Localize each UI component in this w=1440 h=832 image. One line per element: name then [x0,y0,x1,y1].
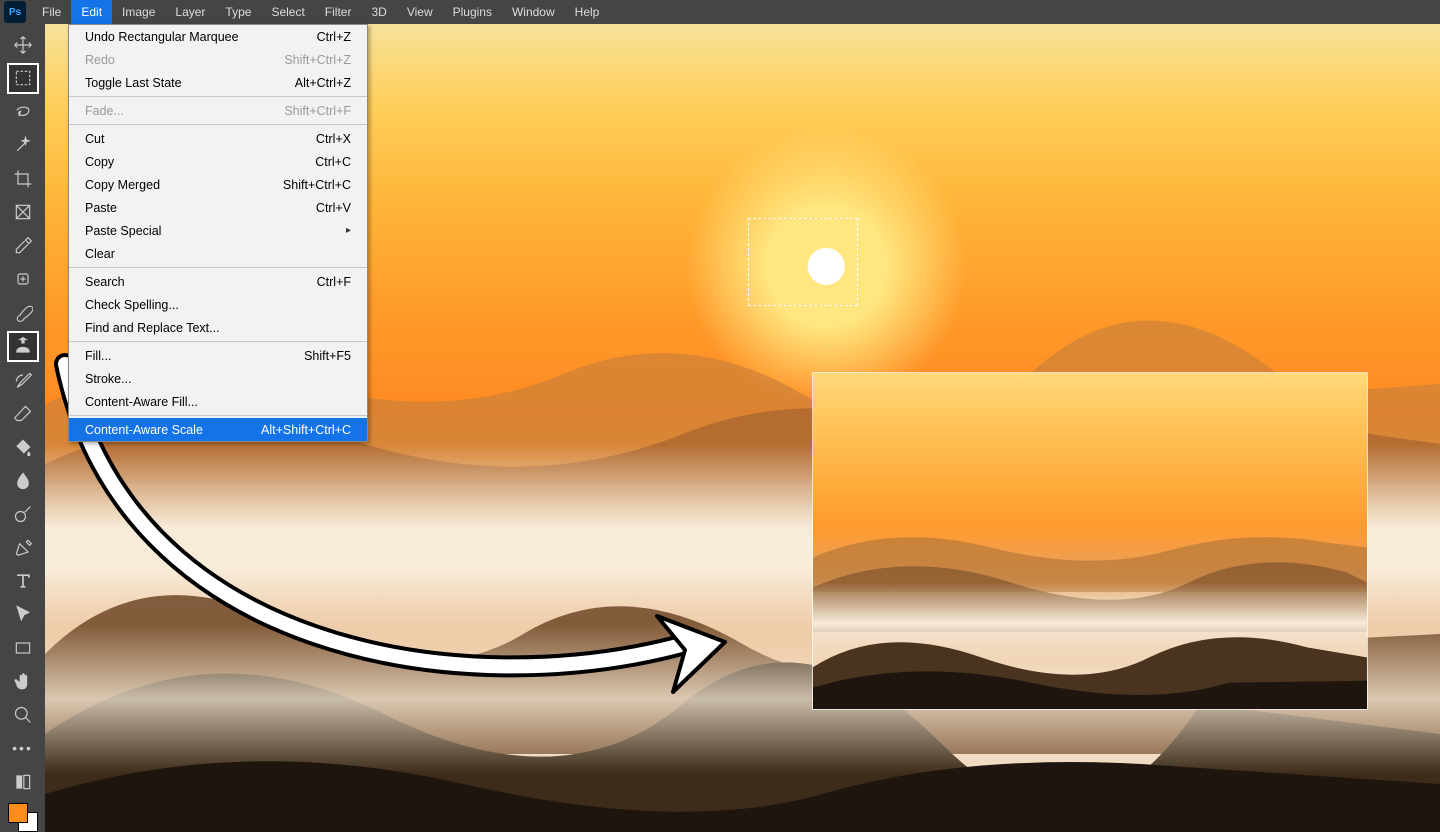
history-brush-tool[interactable] [7,364,39,396]
menu-item-label: Clear [85,247,115,261]
menu-type[interactable]: Type [215,0,261,24]
menu-item-find-and-replace-text[interactable]: Find and Replace Text... [69,316,367,339]
menu-edit[interactable]: Edit [71,0,112,24]
menu-image[interactable]: Image [112,0,165,24]
menu-item-fade: Fade... Shift+Ctrl+F [69,99,367,122]
menu-item-label: Copy Merged [85,178,160,192]
edit-toolbar[interactable] [7,766,39,798]
path-selection-tool[interactable] [7,599,39,631]
menu-item-shortcut: Alt+Ctrl+Z [295,76,351,90]
color-swatches[interactable] [8,803,38,832]
menu-plugins[interactable]: Plugins [443,0,502,24]
menu-item-label: Content-Aware Scale [85,423,203,437]
menu-item-label: Content-Aware Fill... [85,395,198,409]
dodge-tool[interactable] [7,498,39,530]
menu-item-copy-merged[interactable]: Copy Merged Shift+Ctrl+C [69,173,367,196]
menu-item-copy[interactable]: Copy Ctrl+C [69,150,367,173]
menu-item-paste[interactable]: Paste Ctrl+V [69,196,367,219]
result-preview-panel [812,372,1368,710]
menu-item-label: Find and Replace Text... [85,321,220,335]
menu-item-shortcut: Ctrl+X [316,132,351,146]
crop-tool[interactable] [7,163,39,195]
menu-file[interactable]: File [32,0,71,24]
rectangle-tool[interactable] [7,632,39,664]
type-tool[interactable] [7,565,39,597]
menu-item-shortcut: Alt+Shift+Ctrl+C [261,423,351,437]
menu-window[interactable]: Window [502,0,565,24]
more-tools[interactable]: ••• [7,733,39,765]
menu-item-cut[interactable]: Cut Ctrl+X [69,127,367,150]
brush-tool[interactable] [7,297,39,329]
blur-tool[interactable] [7,465,39,497]
menu-item-label: Toggle Last State [85,76,182,90]
menu-item-shortcut: Shift+Ctrl+F [284,104,351,118]
marquee-tool[interactable] [7,63,39,95]
toolbox: ••• [0,24,45,832]
menu-item-label: Redo [85,53,115,67]
menu-item-fill[interactable]: Fill... Shift+F5 [69,344,367,367]
magic-wand-tool[interactable] [7,130,39,162]
menu-item-label: Check Spelling... [85,298,179,312]
menu-item-shortcut: Ctrl+Z [317,30,351,44]
eraser-tool[interactable] [7,398,39,430]
menu-item-undo-rectangular-marquee[interactable]: Undo Rectangular Marquee Ctrl+Z [69,25,367,48]
menu-item-label: Paste [85,201,117,215]
marquee-selection[interactable] [748,218,858,306]
zoom-tool[interactable] [7,699,39,731]
menu-help[interactable]: Help [565,0,610,24]
move-tool[interactable] [7,29,39,61]
frame-tool[interactable] [7,197,39,229]
menu-item-label: Undo Rectangular Marquee [85,30,239,44]
menu-item-shortcut: Ctrl+C [315,155,351,169]
hand-tool[interactable] [7,666,39,698]
menu-item-shortcut: Ctrl+F [317,275,351,289]
menu-item-label: Copy [85,155,114,169]
menu-layer[interactable]: Layer [165,0,215,24]
menu-item-paste-special[interactable]: Paste Special [69,219,367,242]
menu-item-shortcut: Ctrl+V [316,201,351,215]
menu-item-label: Stroke... [85,372,132,386]
menu-3d[interactable]: 3D [361,0,396,24]
menu-item-toggle-last-state[interactable]: Toggle Last State Alt+Ctrl+Z [69,71,367,94]
menu-item-check-spelling[interactable]: Check Spelling... [69,293,367,316]
menu-item-content-aware-fill[interactable]: Content-Aware Fill... [69,390,367,413]
menu-item-stroke[interactable]: Stroke... [69,367,367,390]
menu-view[interactable]: View [397,0,443,24]
clone-stamp-tool[interactable] [7,331,39,363]
menu-bar: Ps File Edit Image Layer Type Select Fil… [0,0,1440,24]
menu-item-label: Fade... [85,104,124,118]
menu-item-redo: Redo Shift+Ctrl+Z [69,48,367,71]
menu-filter[interactable]: Filter [315,0,362,24]
menu-item-shortcut: Shift+Ctrl+C [283,178,351,192]
menu-item-search[interactable]: Search Ctrl+F [69,270,367,293]
menu-item-label: Fill... [85,349,111,363]
edit-menu-dropdown: Undo Rectangular Marquee Ctrl+Z Redo Shift+… [68,24,368,442]
menu-item-shortcut: Shift+Ctrl+Z [284,53,351,67]
menu-item-label: Search [85,275,125,289]
menu-item-label: Cut [85,132,104,146]
menu-item-content-aware-scale[interactable]: Content-Aware Scale Alt+Shift+Ctrl+C [69,418,367,441]
menu-item-clear[interactable]: Clear [69,242,367,265]
healing-brush-tool[interactable] [7,264,39,296]
lasso-tool[interactable] [7,96,39,128]
paint-bucket-tool[interactable] [7,431,39,463]
eyedropper-tool[interactable] [7,230,39,262]
foreground-color-swatch[interactable] [8,803,28,823]
app-logo-icon: Ps [4,1,26,23]
menu-item-shortcut: Shift+F5 [304,349,351,363]
pen-tool[interactable] [7,532,39,564]
menu-select[interactable]: Select [261,0,314,24]
menu-item-label: Paste Special [85,224,161,238]
